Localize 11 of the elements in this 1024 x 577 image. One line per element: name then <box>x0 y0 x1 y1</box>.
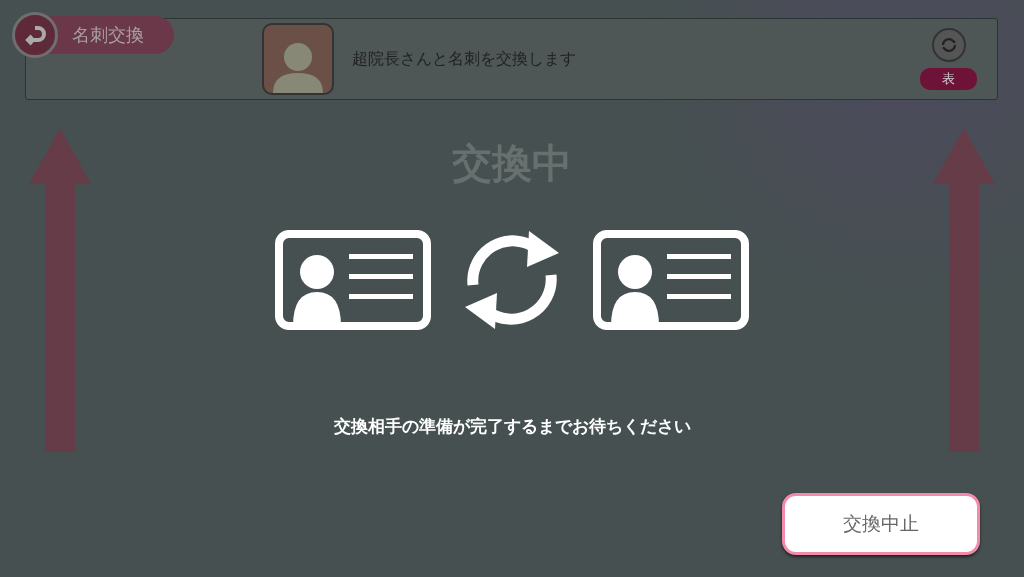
up-arrow-icon <box>29 128 91 452</box>
back-button[interactable] <box>12 12 58 58</box>
cancel-exchange-button[interactable]: 交換中止 <box>782 493 980 555</box>
side-label: 表 <box>920 68 977 90</box>
waiting-message: 交換相手の準備が完了するまでお待ちください <box>333 415 691 438</box>
business-card-icon <box>275 230 431 330</box>
back-arrow-icon <box>23 23 47 47</box>
rotate-icon <box>939 36 958 54</box>
avatar-placeholder <box>262 23 334 95</box>
business-card-icon <box>593 230 749 330</box>
up-arrow-icon <box>933 128 995 452</box>
